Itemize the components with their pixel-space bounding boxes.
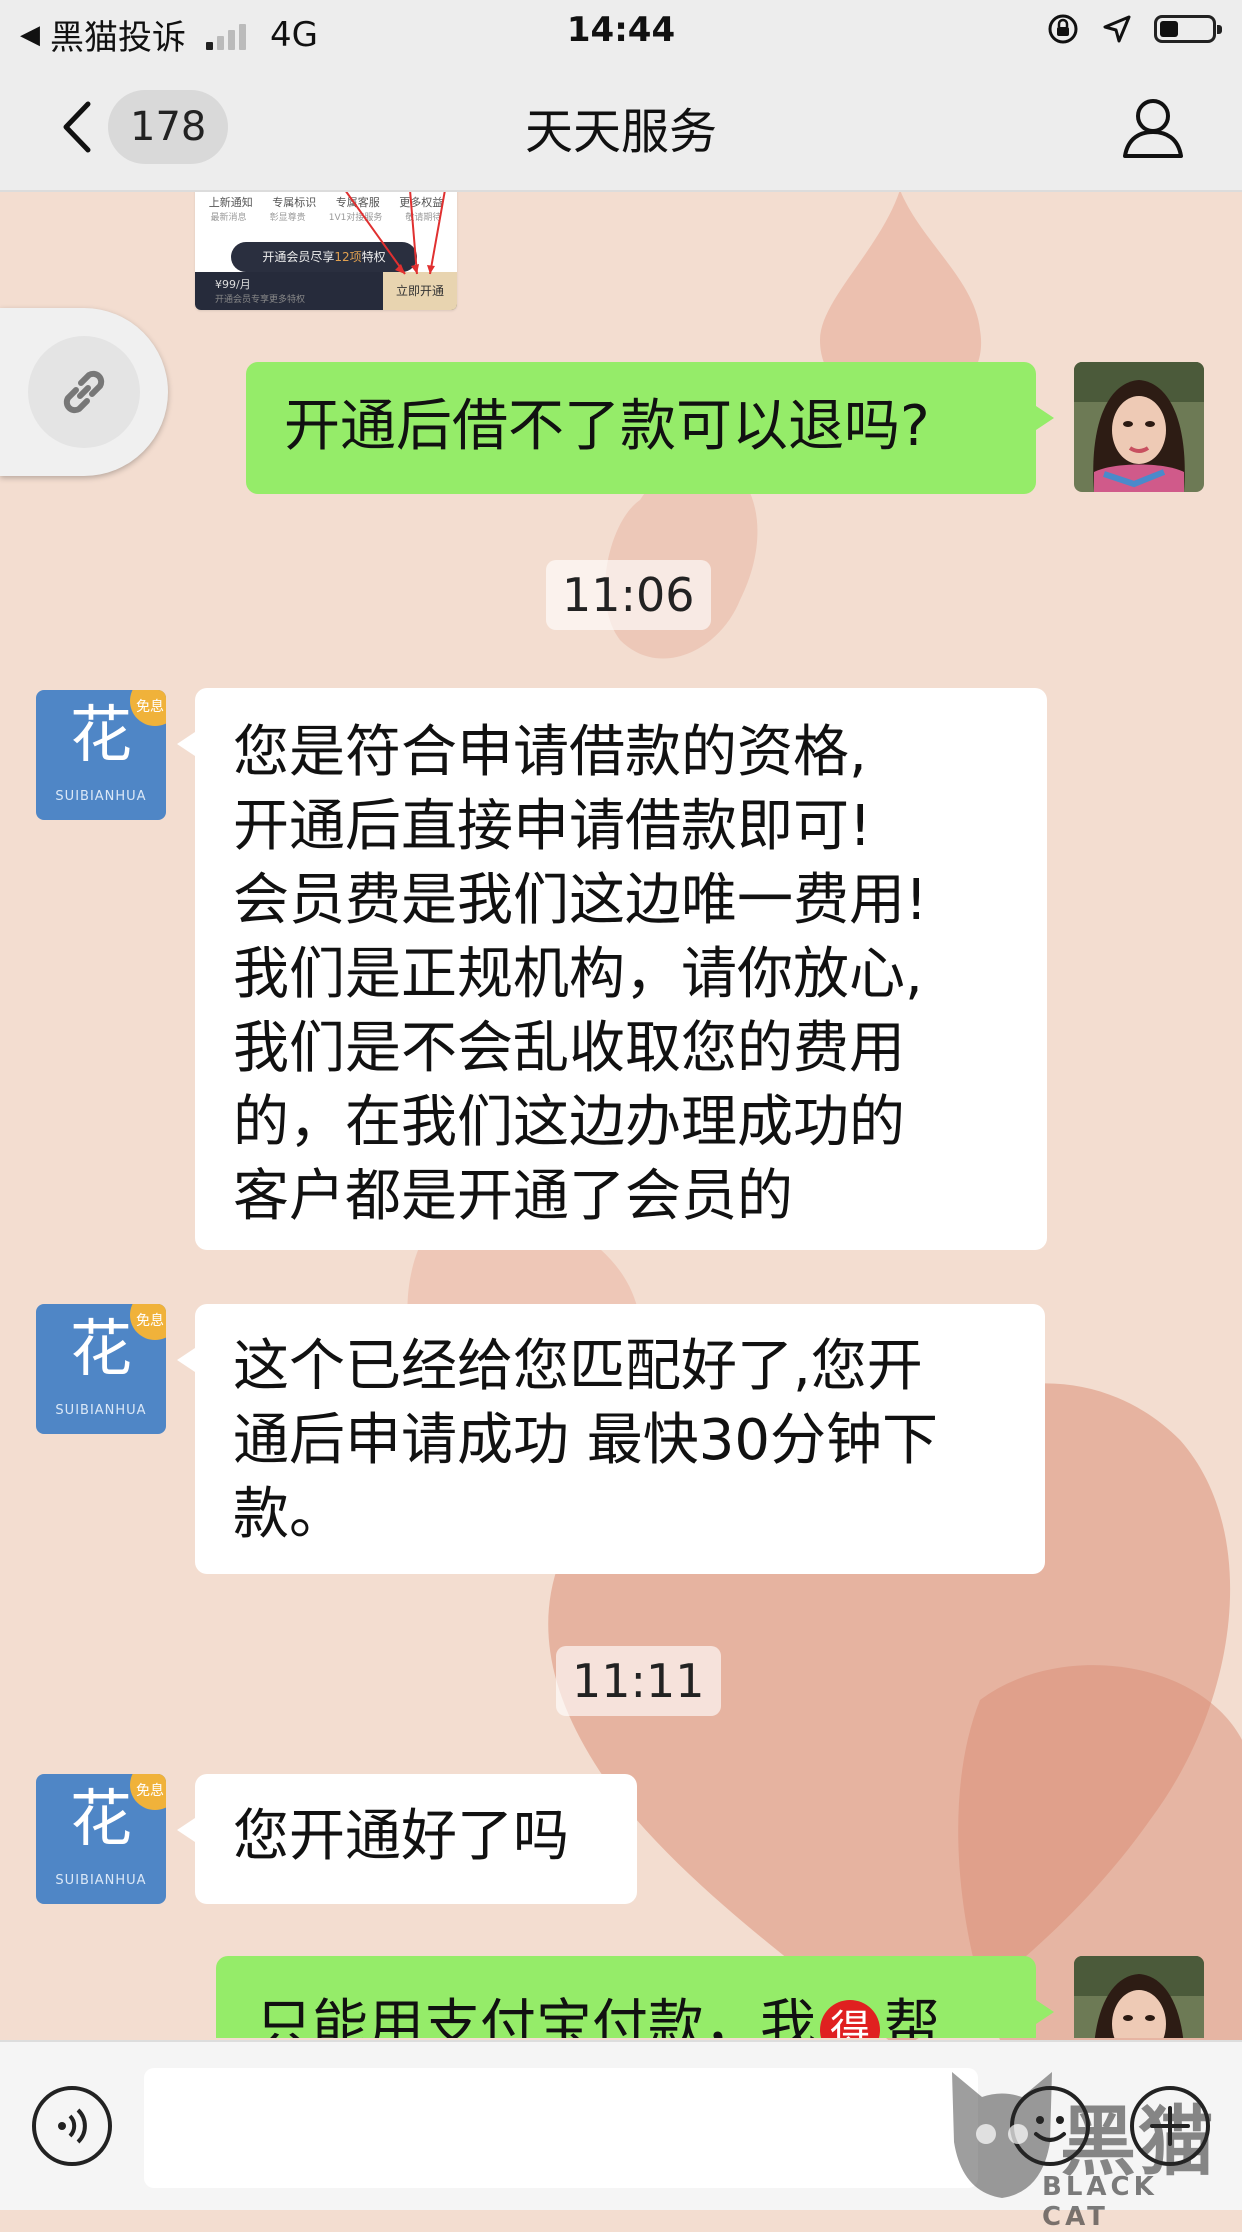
- black-cat-watermark: 黑猫 BLACK CAT: [942, 2052, 1232, 2232]
- user-photo: [1074, 362, 1204, 492]
- incoming-message[interactable]: 您开通好了吗: [177, 1774, 637, 1904]
- agent-avatar-brand: SUIBIANHUA: [55, 789, 147, 804]
- message-line: 会员费是我们这边唯一费用!: [233, 868, 928, 933]
- message-line: 开通后直接申请借款即可!: [233, 794, 872, 859]
- page-title: 天天服务: [524, 104, 717, 160]
- red-arrows-annotation: [345, 192, 446, 275]
- user-avatar[interactable]: [1074, 362, 1204, 492]
- link-icon-circle: [28, 336, 140, 448]
- agent-avatar[interactable]: 花 SUIBIANHUA 免息: [36, 690, 166, 820]
- user-photo: [1074, 1956, 1204, 2038]
- message-line: 款。: [233, 1482, 345, 1547]
- voice-button[interactable]: [32, 2086, 112, 2166]
- message-line: 通后申请成功 最快30分钟下: [233, 1408, 939, 1473]
- message-input[interactable]: [144, 2068, 978, 2188]
- status-right: [1046, 12, 1222, 46]
- chat-header: 178 天天服务: [0, 64, 1242, 192]
- status-bar: ◀ 黑猫投诉 4G 14:44: [0, 0, 1242, 64]
- message-list[interactable]: 上新通知 专属标识 专属客服 更多权益 最新消息 彰显尊贵 1V1对接服务 敬请…: [0, 192, 1242, 2038]
- message-text: 只能用支付宝付款，我: [256, 1994, 816, 2038]
- rotation-lock-icon: [1048, 14, 1078, 44]
- person-icon[interactable]: [1120, 94, 1186, 160]
- agent-avatar-brand: SUIBIANHUA: [55, 1873, 147, 1888]
- message-line: 您是符合申请借款的资格,: [233, 720, 867, 785]
- watermark-sub: BLACK CAT: [1042, 2172, 1158, 2232]
- timestamp-divider: 11:11: [556, 1646, 721, 1716]
- location-icon: [1103, 15, 1131, 43]
- membership-image-message[interactable]: 上新通知 专属标识 专属客服 更多权益 最新消息 彰显尊贵 1V1对接服务 敬请…: [195, 192, 457, 310]
- message-line: 客户都是开通了会员的: [233, 1164, 793, 1229]
- message-line: 的，在我们这边办理成功的: [233, 1090, 905, 1155]
- link-icon: [63, 370, 105, 414]
- floating-link-button[interactable]: [0, 308, 168, 476]
- outgoing-message[interactable]: 只能用支付宝付款，我得帮: [216, 1956, 1054, 2038]
- agent-avatar-brand: SUIBIANHUA: [55, 1403, 147, 1418]
- voice-icon: [58, 2108, 87, 2144]
- message-line: 我们是正规机构，请你放心,: [233, 942, 923, 1007]
- agent-avatar[interactable]: 花 SUIBIANHUA 免息: [36, 1774, 166, 1904]
- input-bar: 黑猫 BLACK CAT: [0, 2040, 1242, 2232]
- battery-icon: [1154, 15, 1222, 43]
- incoming-message[interactable]: 这个已经给您匹配好了,您开 通后申请成功 最快30分钟下 款。: [177, 1304, 1045, 1574]
- battery-fill: [1160, 21, 1178, 37]
- message-text: 帮: [884, 1994, 940, 2038]
- message-text: 您开通好了吗: [233, 1804, 569, 1869]
- agent-avatar[interactable]: 花 SUIBIANHUA 免息: [36, 1304, 166, 1434]
- message-line: 这个已经给您匹配好了,您开: [233, 1334, 923, 1399]
- message-line: 我们是不会乱收取您的费用: [233, 1016, 905, 1081]
- outgoing-message[interactable]: 开通后借不了款可以退吗?: [246, 362, 1054, 494]
- user-avatar[interactable]: [1074, 1956, 1204, 2038]
- red-badge-emoji: 得: [820, 1999, 880, 2038]
- message-text: 开通后借不了款可以退吗?: [284, 394, 930, 459]
- incoming-message[interactable]: 您是符合申请借款的资格, 开通后直接申请借款即可! 会员费是我们这边唯一费用! …: [177, 688, 1047, 1250]
- timestamp-divider: 11:06: [546, 560, 711, 630]
